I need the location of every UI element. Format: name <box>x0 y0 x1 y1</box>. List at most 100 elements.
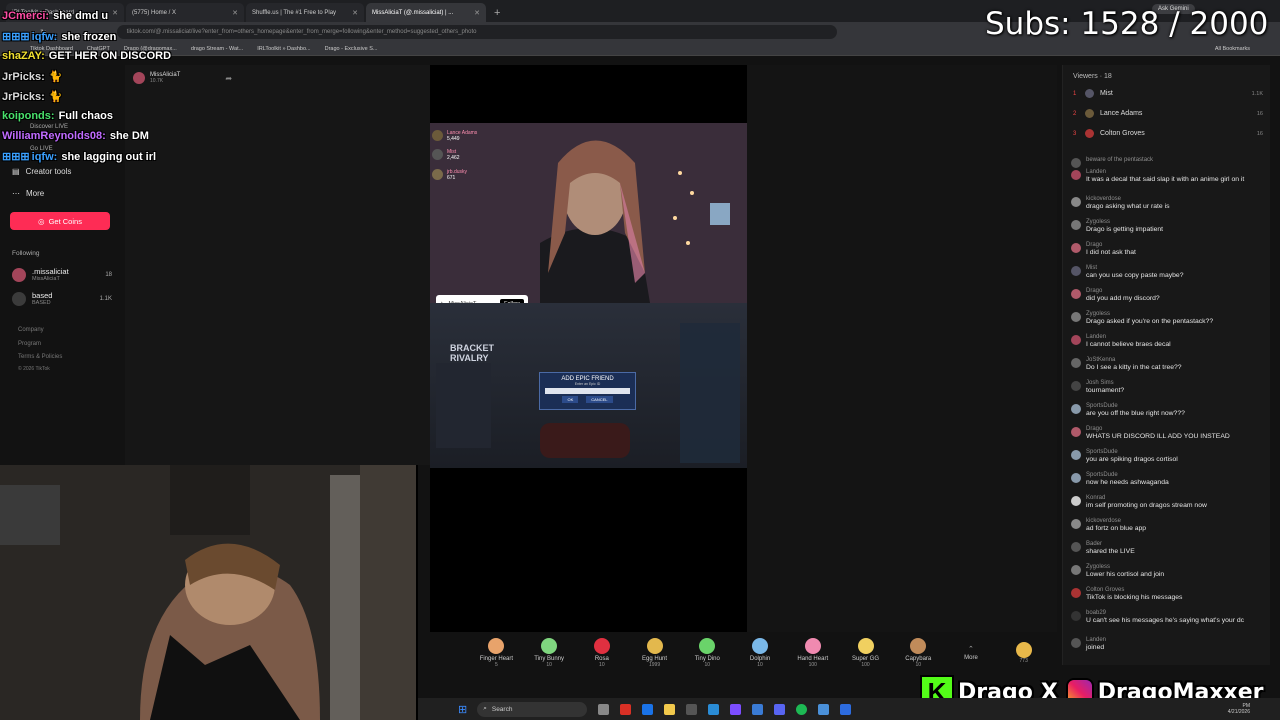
chat-message-row[interactable]: Drago WHATS UR DISCORD ILL ADD YOU INSTEA… <box>1071 426 1266 441</box>
close-icon[interactable]: ✕ <box>232 9 238 17</box>
chat-message-row[interactable]: Landen It was a decal that said slap it w… <box>1071 169 1266 184</box>
chat-message-row[interactable]: Josh Sims tournament? <box>1071 380 1266 395</box>
obs-icon[interactable] <box>730 703 742 715</box>
chat-message-row[interactable]: Landen I cannot believe braes decal <box>1071 334 1266 349</box>
avatar <box>1071 542 1081 552</box>
chat-message-row[interactable]: beware of the pentastack <box>1071 157 1266 168</box>
footer-copyright: © 2026 TikTok <box>18 366 50 372</box>
chat-message-row[interactable]: Konrad im self promoting on dragos stream… <box>1071 495 1266 510</box>
emote-icon: 🐈 <box>48 91 63 103</box>
footer-program[interactable]: Program <box>18 341 41 347</box>
get-coins-button[interactable]: ◎ Get Coins <box>10 212 110 230</box>
following-item[interactable]: based BASED 1.1K <box>12 292 112 306</box>
chat-message-row[interactable]: SportsDude are you off the blue right now… <box>1071 403 1266 418</box>
gift-finger-heart[interactable]: Finger Heart 5 <box>470 638 523 668</box>
bookmark-item[interactable]: drago Stream - Wat... <box>191 46 243 52</box>
game-car <box>540 423 630 458</box>
gifter-row[interactable]: jrb.dusky 671 <box>432 166 477 183</box>
gift-super-gg[interactable]: Super GG 100 <box>839 638 892 668</box>
chat-message-body: Drago WHATS UR DISCORD ILL ADD YOU INSTEA… <box>1086 426 1230 441</box>
app-icon[interactable] <box>840 703 852 715</box>
steam-icon[interactable] <box>708 703 720 715</box>
share-icon[interactable]: ➦ <box>225 74 232 83</box>
spotify-icon[interactable] <box>796 703 808 715</box>
viewer-name: Mist <box>1100 90 1113 97</box>
epic-id-input[interactable] <box>545 388 630 394</box>
gift-tiny-dino[interactable]: Tiny Dino 10 <box>681 638 734 668</box>
system-clock[interactable]: PM 4/21/2026 <box>1228 703 1250 715</box>
more-icon: ⋯ <box>12 189 20 198</box>
url-field[interactable]: tiktok.com/@.missaliciat/live?enter_from… <box>116 25 837 39</box>
gift-rosa[interactable]: Rosa 10 <box>575 638 628 668</box>
gift-capybara[interactable]: Capybara 10 <box>892 638 945 668</box>
gift-more-button[interactable]: ⌃ More <box>945 645 998 661</box>
chat-message-row[interactable]: Drago I did not ask that <box>1071 242 1266 257</box>
gift-dolphin[interactable]: Dolphin 10 <box>734 638 787 668</box>
gift-egg-hunt[interactable]: Egg Hunt 1999 <box>628 638 681 668</box>
app-icon[interactable] <box>752 703 764 715</box>
chat-message-row[interactable]: kickoverdose ad fortz on blue app <box>1071 518 1266 533</box>
close-icon[interactable]: ✕ <box>352 9 358 17</box>
gift-tiny-bunny[interactable]: Tiny Bunny 10 <box>523 638 576 668</box>
chat-message: she dmd u <box>53 10 109 22</box>
following-item[interactable]: .missaliciat MissAliciaT 18 <box>12 268 112 282</box>
host-info[interactable]: MissAliciaT 10.7K ➦ <box>133 72 232 84</box>
tab-missaliciat[interactable]: MissAliciaT (@.missaliciat) | ... ✕ <box>366 3 486 22</box>
stream-right-pane <box>747 65 1057 632</box>
chat-text: can you use copy paste maybe? <box>1086 272 1184 279</box>
taskbar-search[interactable]: ⌕ Search <box>477 701 588 717</box>
cancel-button[interactable]: CANCEL <box>586 396 613 403</box>
chat-username: JrPicks: <box>2 71 45 83</box>
chat-message-row[interactable]: JoStKenna Do I see a kitty in the cat tre… <box>1071 357 1266 372</box>
gifter-row[interactable]: Mist 2,462 <box>432 146 477 163</box>
gifter-row[interactable]: Lance Adams 5,449 <box>432 128 477 143</box>
nav-more[interactable]: ⋯ More <box>12 189 44 198</box>
chat-message-row[interactable]: Mist can you use copy paste maybe? <box>1071 265 1266 280</box>
chat-message-row[interactable]: boab29 U can't see his messages he's sayi… <box>1071 610 1266 625</box>
overlay-chat-line: WilliamReynolds08: she DM <box>2 130 149 142</box>
chat-message-row[interactable]: kickoverdose drago asking what ur rate is <box>1071 196 1266 211</box>
chat-message-row[interactable]: Drago did you add my discord? <box>1071 288 1266 303</box>
ok-button[interactable]: OK <box>562 396 579 403</box>
viewer-row[interactable]: 1 Mist 1.1K <box>1073 89 1263 98</box>
chat-username: WilliamReynolds08: <box>2 130 106 142</box>
chat-message-row[interactable]: Bader shared the LIVE <box>1071 541 1266 556</box>
bookmark-item[interactable]: IRLToolkit » Dashbo... <box>257 46 310 52</box>
app-icon[interactable] <box>818 703 830 715</box>
coin-icon: ◎ <box>38 216 45 226</box>
gift-price: 100 <box>861 662 870 668</box>
viewer-row[interactable]: 3 Colton Groves 16 <box>1073 129 1263 138</box>
chat-message-row[interactable]: Colton Groves TikTok is blocking his mess… <box>1071 587 1266 602</box>
viewer-count: 16 <box>1256 130 1263 137</box>
avatar <box>1071 450 1081 460</box>
avatar <box>1071 611 1081 621</box>
discord-icon[interactable] <box>774 703 786 715</box>
chrome-profile-icon[interactable] <box>642 703 654 715</box>
chrome-icon[interactable] <box>620 703 632 715</box>
tab-x-home[interactable]: (5775) Home / X ✕ <box>126 3 244 22</box>
chat-message-row[interactable]: SportsDude now he needs ashwaganda <box>1071 472 1266 487</box>
tab-shuffle[interactable]: Shuffle.us | The #1 Free to Play ✕ <box>246 3 364 22</box>
close-icon[interactable]: ✕ <box>474 9 480 17</box>
footer-terms[interactable]: Terms & Policies <box>18 354 62 360</box>
windows-start-icon[interactable]: ⊞ <box>458 703 467 716</box>
nav-creator-tools[interactable]: ▤ Creator tools <box>12 167 71 176</box>
close-icon[interactable]: ✕ <box>112 9 118 17</box>
chat-message-row[interactable]: Zygoless Drago is getting impatient <box>1071 219 1266 234</box>
viewer-row[interactable]: 2 Lance Adams 16 <box>1073 109 1263 118</box>
footer-company[interactable]: Company <box>18 327 44 333</box>
chat-message-row[interactable]: Zygoless Drago asked if you're on the pen… <box>1071 311 1266 326</box>
chat-message-row[interactable]: Landen joined <box>1071 637 1266 652</box>
all-bookmarks-button[interactable]: All Bookmarks <box>1215 46 1250 52</box>
new-tab-button[interactable]: + <box>488 3 506 22</box>
game-screen: BRACKET RIVALRY ADD EPIC FRIEND Enter an… <box>430 303 747 468</box>
app-icon[interactable] <box>686 703 698 715</box>
gift-hand-heart[interactable]: Hand Heart 100 <box>786 638 839 668</box>
file-explorer-icon[interactable] <box>664 703 676 715</box>
chat-message-row[interactable]: SportsDude you are spiking dragos cortiso… <box>1071 449 1266 464</box>
chat-message-row[interactable]: Zygoless Lower his cortisol and join <box>1071 564 1266 579</box>
viewer-name: Lance Adams <box>1100 110 1143 117</box>
coin-balance[interactable]: 773 <box>997 642 1050 664</box>
bookmark-item[interactable]: Drago - Exclusive S... <box>325 46 378 52</box>
task-view-icon[interactable] <box>598 703 610 715</box>
